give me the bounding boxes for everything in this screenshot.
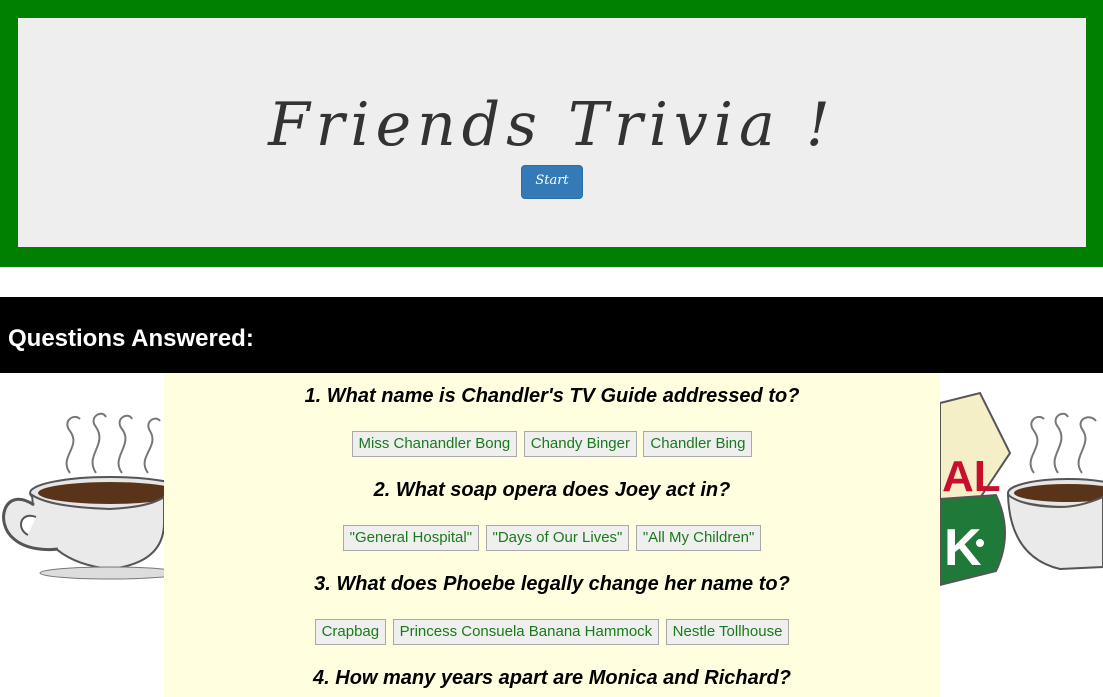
- header-banner: Friends Trivia ! Start: [0, 0, 1103, 267]
- svg-text:K: K: [944, 519, 982, 577]
- header-panel: Friends Trivia ! Start: [18, 18, 1086, 247]
- question-1: 1. What name is Chandler's TV Guide addr…: [304, 385, 800, 407]
- trivia-panel: 1. What name is Chandler's TV Guide addr…: [164, 373, 940, 697]
- answer-button[interactable]: "General Hospital": [342, 525, 480, 551]
- question-3: 3. What does Phoebe legally change her n…: [314, 573, 790, 595]
- page-title: Friends Trivia !: [268, 90, 836, 160]
- question-2: 2. What soap opera does Joey act in?: [373, 479, 731, 501]
- central-perk-logo-image: AL K: [940, 391, 1103, 587]
- answer-button[interactable]: Princess Consuela Banana Hammock: [392, 619, 660, 645]
- svg-text:AL: AL: [942, 452, 1001, 501]
- questions-answered-label: Questions Answered:: [8, 325, 254, 352]
- questions-answered-bar: Questions Answered:: [0, 297, 1103, 373]
- answer-button[interactable]: Crapbag: [314, 619, 387, 645]
- answer-group-1: Miss Chanandler Bong Chandy Binger Chand…: [164, 431, 940, 457]
- answer-button[interactable]: Chandy Binger: [523, 431, 637, 457]
- answer-button[interactable]: "Days of Our Lives": [485, 525, 630, 551]
- answer-group-2: "General Hospital" "Days of Our Lives" "…: [164, 525, 940, 551]
- question-4: 4. How many years apart are Monica and R…: [313, 667, 791, 689]
- coffee-cup-left-image: [2, 412, 164, 580]
- start-button[interactable]: Start: [521, 165, 583, 199]
- answer-button[interactable]: Chandler Bing: [643, 431, 753, 457]
- answer-button[interactable]: Nestle Tollhouse: [665, 619, 790, 645]
- answer-group-3: Crapbag Princess Consuela Banana Hammock…: [164, 619, 940, 645]
- answer-button[interactable]: Miss Chanandler Bong: [351, 431, 518, 457]
- answer-button[interactable]: "All My Children": [635, 525, 762, 551]
